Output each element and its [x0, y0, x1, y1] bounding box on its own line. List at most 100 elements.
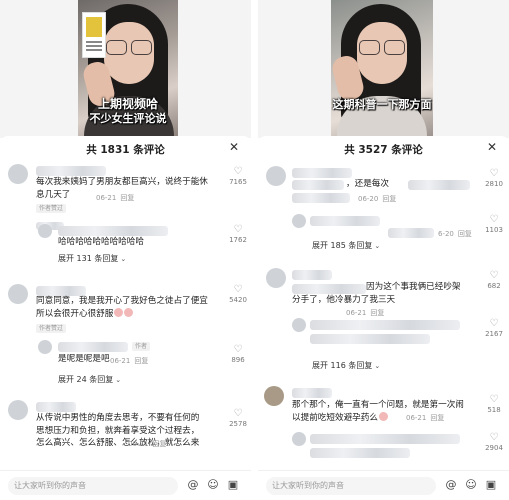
reply-meta: 06-21 回复 [110, 356, 148, 366]
reply-link[interactable]: 回复 [152, 440, 166, 448]
blurred-text [408, 180, 470, 190]
emoji-icon [114, 307, 124, 317]
username-blurred[interactable] [292, 168, 352, 178]
like-button[interactable]: ♡ 2167 [482, 318, 506, 338]
comment-date: 06-20 [358, 195, 379, 203]
video-player[interactable]: 这期科普一下那方面 [258, 0, 509, 138]
comment-input-bar: 让大家听到你的声音 @ ☺ ▣ [258, 470, 509, 500]
like-button[interactable]: ♡ 5420 [226, 284, 250, 304]
at-icon[interactable]: @ [444, 478, 458, 492]
expand-replies-button[interactable]: 展开 131 条回复 ⌄ [58, 253, 126, 264]
emoji-icon[interactable]: ☺ [464, 478, 478, 492]
chevron-down-icon: ⌄ [374, 362, 381, 370]
chevron-down-icon: ⌄ [120, 255, 127, 263]
heart-icon: ♡ [233, 166, 243, 177]
reply-link[interactable]: 回复 [430, 414, 444, 422]
like-count: 682 [487, 282, 501, 290]
reply-link[interactable]: 回复 [134, 357, 148, 365]
comment-count-title: 共 3527 条评论 [344, 144, 423, 156]
like-count: 2810 [485, 180, 503, 188]
reply-link[interactable]: 回复 [370, 309, 384, 317]
close-icon[interactable]: ✕ [485, 140, 499, 154]
username-blurred[interactable] [58, 342, 128, 352]
chevron-down-icon: ⌄ [115, 376, 122, 384]
username-blurred[interactable] [310, 216, 380, 226]
comment-meta: 06-21 回复 [96, 193, 134, 203]
avatar[interactable] [38, 340, 52, 354]
expand-replies-button[interactable]: 展开 116 条回复 ⌄ [312, 360, 380, 371]
like-button[interactable]: ♡ 1762 [226, 224, 250, 244]
reply-meta: 6-20 回复 [438, 229, 472, 239]
avatar[interactable] [292, 214, 306, 228]
like-count: 2167 [485, 330, 503, 338]
username-blurred[interactable] [292, 270, 332, 280]
like-button[interactable]: ♡ 2810 [482, 168, 506, 188]
reply-date: 6-20 [438, 230, 454, 238]
chevron-down-icon: ⌄ [374, 242, 381, 250]
comment-sheet-header: 共 1831 条评论 ✕ [0, 136, 251, 162]
like-button[interactable]: ♡ 7165 [226, 166, 250, 186]
video-player[interactable]: 上期视频哈 不少女生评论说 [0, 0, 251, 138]
comment-input-bar: 让大家听到你的声音 @ ☺ ▣ [0, 470, 251, 500]
video-subtitle-line1: 这期科普一下那方面 [332, 98, 432, 111]
username-blurred[interactable] [58, 226, 168, 236]
reply-link[interactable]: 回复 [120, 194, 134, 202]
blurred-text [292, 180, 344, 190]
comment-text: 因为这个事我俩已经吵架分手了，他冷暴力了我三天 [292, 282, 461, 305]
reply-link[interactable]: 回复 [458, 230, 472, 238]
comment-meta: 06-20 回复 [358, 194, 396, 204]
avatar[interactable] [292, 318, 306, 332]
comment-date: 06-21 [128, 440, 149, 448]
comment-text: 从传说中男性的角度去思考，不要有任何的思想压力和负担，就奔着享受这个过程去，怎么… [36, 413, 200, 448]
like-button[interactable]: ♡ 896 [226, 344, 250, 364]
reply-link[interactable]: 回复 [382, 195, 396, 203]
expand-replies-button[interactable]: 展开 185 条回复 ⌄ [312, 240, 380, 251]
avatar[interactable] [264, 386, 284, 406]
username-blurred[interactable] [36, 166, 106, 176]
comment-input[interactable]: 让大家听到你的声音 [8, 477, 178, 495]
avatar[interactable] [8, 284, 28, 304]
heart-icon: ♡ [489, 214, 499, 225]
comment-meta: 06-21 回复 [128, 439, 166, 449]
like-button[interactable]: ♡ 2578 [226, 408, 250, 428]
username-blurred[interactable] [292, 388, 332, 398]
expand-replies-label: 展开 131 条回复 [58, 254, 119, 263]
author-liked-tag: 作者赞过 [36, 204, 67, 213]
image-icon[interactable]: ▣ [226, 478, 240, 492]
like-button[interactable]: ♡ 682 [482, 270, 506, 290]
username-blurred[interactable] [36, 402, 76, 412]
comment-meta: 06-21 回复 [346, 308, 384, 318]
reply-text: 是呢是呢是吧 [58, 354, 110, 364]
heart-icon: ♡ [233, 224, 243, 235]
avatar[interactable] [8, 164, 28, 184]
at-icon[interactable]: @ [186, 478, 200, 492]
author-liked-tag: 作者赞过 [36, 324, 67, 333]
heart-icon: ♡ [233, 284, 243, 295]
expand-replies-button[interactable]: 展开 24 条回复 ⌄ [58, 374, 121, 385]
expand-replies-label: 展开 185 条回复 [312, 241, 373, 250]
close-icon[interactable]: ✕ [227, 140, 241, 154]
like-button[interactable]: ♡ 518 [482, 394, 506, 414]
image-icon[interactable]: ▣ [484, 478, 498, 492]
like-button[interactable]: ♡ 2904 [482, 432, 506, 452]
avatar[interactable] [266, 268, 286, 288]
emoji-icon [124, 307, 134, 317]
comment-text: ，还是每次 [346, 179, 389, 189]
like-count: 2904 [485, 444, 503, 452]
comment-sheet-header: 共 3527 条评论 ✕ [258, 136, 509, 162]
comment-input[interactable]: 让大家听到你的声音 [266, 477, 436, 495]
video-inset-image [82, 12, 106, 58]
avatar[interactable] [266, 166, 286, 186]
comment-text: 同意同意，我是我开心了我好色之徒占了便宜所以会很开心很舒服 [36, 295, 214, 320]
avatar[interactable] [292, 432, 306, 446]
avatar[interactable] [38, 224, 52, 238]
heart-icon: ♡ [489, 318, 499, 329]
like-count: 896 [231, 356, 245, 364]
video-subtitle-line1: 上期视频哈 [97, 97, 158, 111]
like-button[interactable]: ♡ 1103 [482, 214, 506, 234]
emoji-icon[interactable]: ☺ [206, 478, 220, 492]
avatar[interactable] [8, 400, 28, 420]
expand-replies-label: 展开 24 条回复 [58, 375, 114, 384]
comment-date: 06-21 [346, 309, 367, 317]
comment-count-title: 共 1831 条评论 [86, 144, 165, 156]
